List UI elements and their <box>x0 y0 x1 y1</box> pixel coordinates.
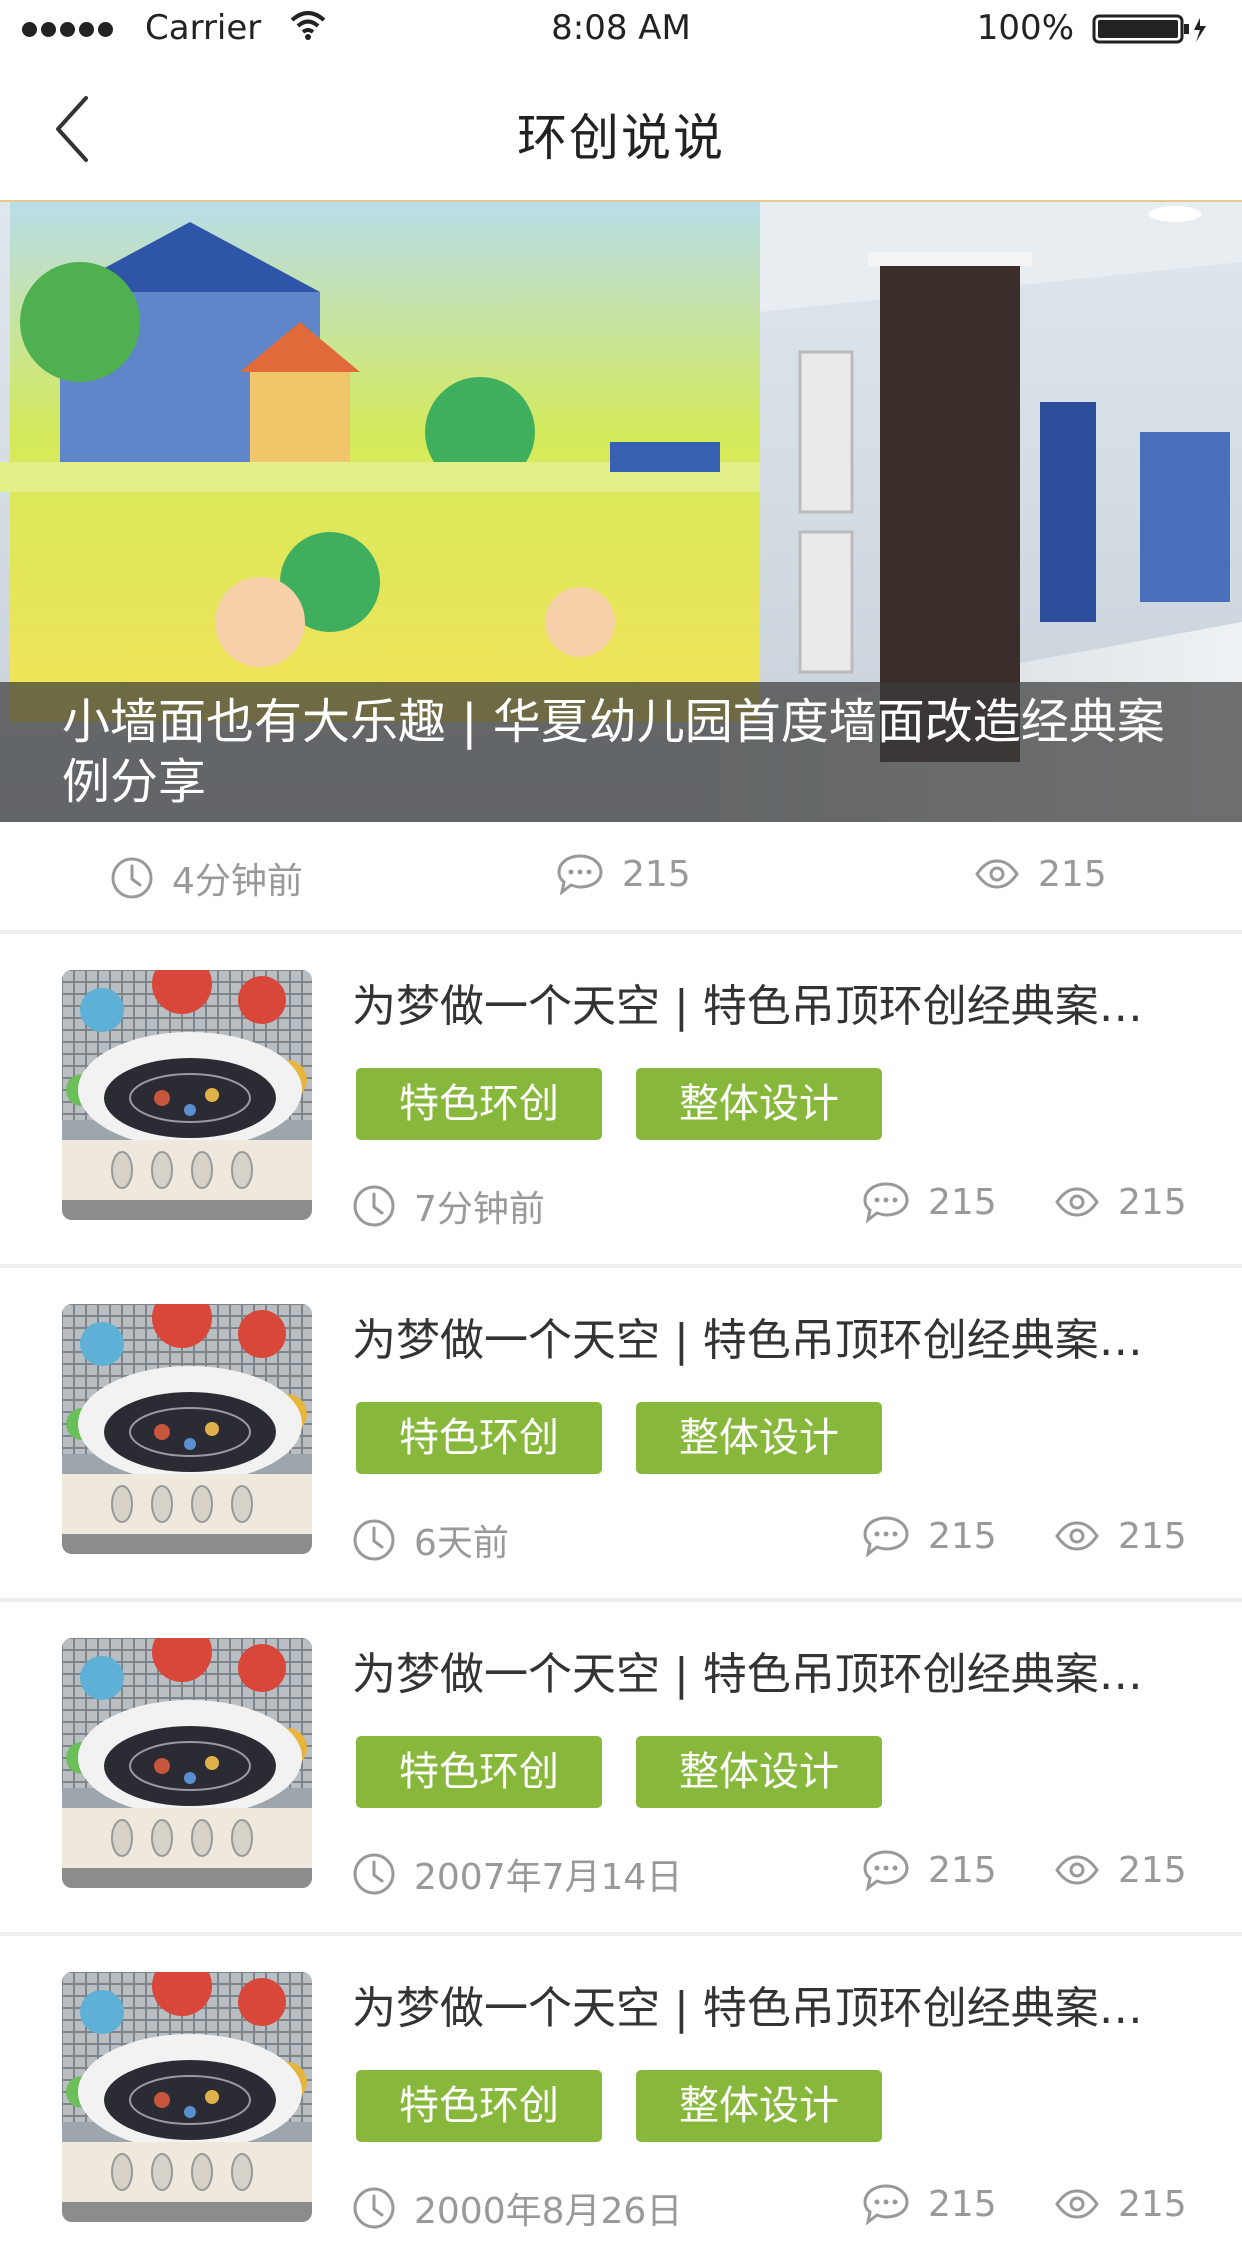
tag-design[interactable]: 整体设计 <box>636 1736 882 1808</box>
article-time: 7分钟前 <box>352 1180 545 1232</box>
clock-icon <box>352 1518 396 1562</box>
clock-icon <box>111 857 153 899</box>
nav-bar: 环创说说 <box>0 60 1242 202</box>
clock-icon <box>352 1184 396 1228</box>
hero-caption: 小墙面也有大乐趣 | 华夏幼儿园首度墙面改造经典案例分享 <box>0 682 1242 822</box>
eye-icon <box>1054 1848 1100 1892</box>
comment-icon <box>862 1180 910 1224</box>
views-count: 215 <box>1118 1515 1187 1557</box>
page-title: 环创说说 <box>517 109 725 167</box>
comments-count: 215 <box>928 1849 997 1891</box>
article-time-label: 7分钟前 <box>414 1189 545 1230</box>
article-title: 为梦做一个天空 | 特色吊顶环创经典案例分享 <box>352 1983 1182 2034</box>
article-comments[interactable]: 215 <box>862 1180 997 1224</box>
article-title: 为梦做一个天空 | 特色吊顶环创经典案例分享 <box>352 1649 1182 1700</box>
eye-icon <box>975 859 1019 889</box>
views-count: 215 <box>1118 2183 1187 2225</box>
article-meta: 7分钟前 215 215 <box>0 1180 1242 1240</box>
comment-icon <box>862 1848 910 1892</box>
eye-icon <box>1054 1514 1100 1558</box>
featured-article-banner[interactable]: 小墙面也有大乐趣 | 华夏幼儿园首度墙面改造经典案例分享 <box>0 202 1242 822</box>
tag-design[interactable]: 整体设计 <box>636 1402 882 1474</box>
comment-icon <box>862 1514 910 1558</box>
eye-icon <box>1054 1180 1100 1224</box>
views-count: 215 <box>1118 1181 1187 1223</box>
article-time: 6天前 <box>352 1514 509 1566</box>
clock-icon <box>352 1852 396 1896</box>
tag-feature[interactable]: 特色环创 <box>356 1736 602 1808</box>
article-views: 215 <box>1054 1514 1187 1558</box>
article-views: 215 <box>1054 1848 1187 1892</box>
list-item[interactable]: 为梦做一个天空 | 特色吊顶环创经典案例分享 特色环创 整体设计 7分钟前 21… <box>0 930 1242 1268</box>
article-time-label: 2000年8月26日 <box>414 2191 683 2232</box>
article-time-label: 2007年7月14日 <box>414 1857 683 1898</box>
article-views: 215 <box>1054 2182 1187 2226</box>
list-item[interactable]: 为梦做一个天空 | 特色吊顶环创经典案例分享 特色环创 整体设计 6天前 215… <box>0 1264 1242 1602</box>
article-comments[interactable]: 215 <box>862 2182 997 2226</box>
comments-count: 215 <box>928 2183 997 2225</box>
article-time-label: 6天前 <box>414 1523 509 1564</box>
hero-views: 215 <box>974 852 1107 896</box>
article-meta: 6天前 215 215 <box>0 1514 1242 1574</box>
tag-design[interactable]: 整体设计 <box>636 1068 882 1140</box>
article-meta: 2007年7月14日 215 215 <box>0 1848 1242 1908</box>
comment-icon <box>557 854 603 896</box>
article-time: 2000年8月26日 <box>352 2182 682 2234</box>
clock-icon <box>352 2186 396 2230</box>
article-title: 为梦做一个天空 | 特色吊顶环创经典案例分享 <box>352 1315 1182 1366</box>
hero-time: 4分钟前 <box>110 852 303 904</box>
hero-meta-row: 4分钟前 215 215 <box>0 822 1242 934</box>
hero-comments[interactable]: 215 <box>556 852 691 896</box>
tag-feature[interactable]: 特色环创 <box>356 2070 602 2142</box>
hero-comments-count: 215 <box>622 853 691 895</box>
list-item[interactable]: 为梦做一个天空 | 特色吊顶环创经典案例分享 特色环创 整体设计 2007年7月… <box>0 1598 1242 1936</box>
list-item[interactable]: 为梦做一个天空 | 特色吊顶环创经典案例分享 特色环创 整体设计 2000年8月… <box>0 1932 1242 2266</box>
article-views: 215 <box>1054 1180 1187 1224</box>
article-title: 为梦做一个天空 | 特色吊顶环创经典案例分享 <box>352 981 1182 1032</box>
comments-count: 215 <box>928 1515 997 1557</box>
article-comments[interactable]: 215 <box>862 1514 997 1558</box>
battery-icon <box>1092 14 1206 44</box>
comment-icon <box>862 2182 910 2226</box>
battery-percent: 100% <box>976 8 1074 48</box>
hero-title: 小墙面也有大乐趣 | 华夏幼儿园首度墙面改造经典案例分享 <box>62 694 1165 810</box>
tag-feature[interactable]: 特色环创 <box>356 1068 602 1140</box>
status-bar: Carrier 8:08 AM 100% <box>0 0 1242 60</box>
tag-feature[interactable]: 特色环创 <box>356 1402 602 1474</box>
comments-count: 215 <box>928 1181 997 1223</box>
article-time: 2007年7月14日 <box>352 1848 682 1900</box>
article-meta: 2000年8月26日 215 215 <box>0 2182 1242 2242</box>
views-count: 215 <box>1118 1849 1187 1891</box>
hero-time-label: 4分钟前 <box>172 861 303 902</box>
tag-design[interactable]: 整体设计 <box>636 2070 882 2142</box>
hero-views-count: 215 <box>1038 853 1107 895</box>
eye-icon <box>1054 2182 1100 2226</box>
article-comments[interactable]: 215 <box>862 1848 997 1892</box>
